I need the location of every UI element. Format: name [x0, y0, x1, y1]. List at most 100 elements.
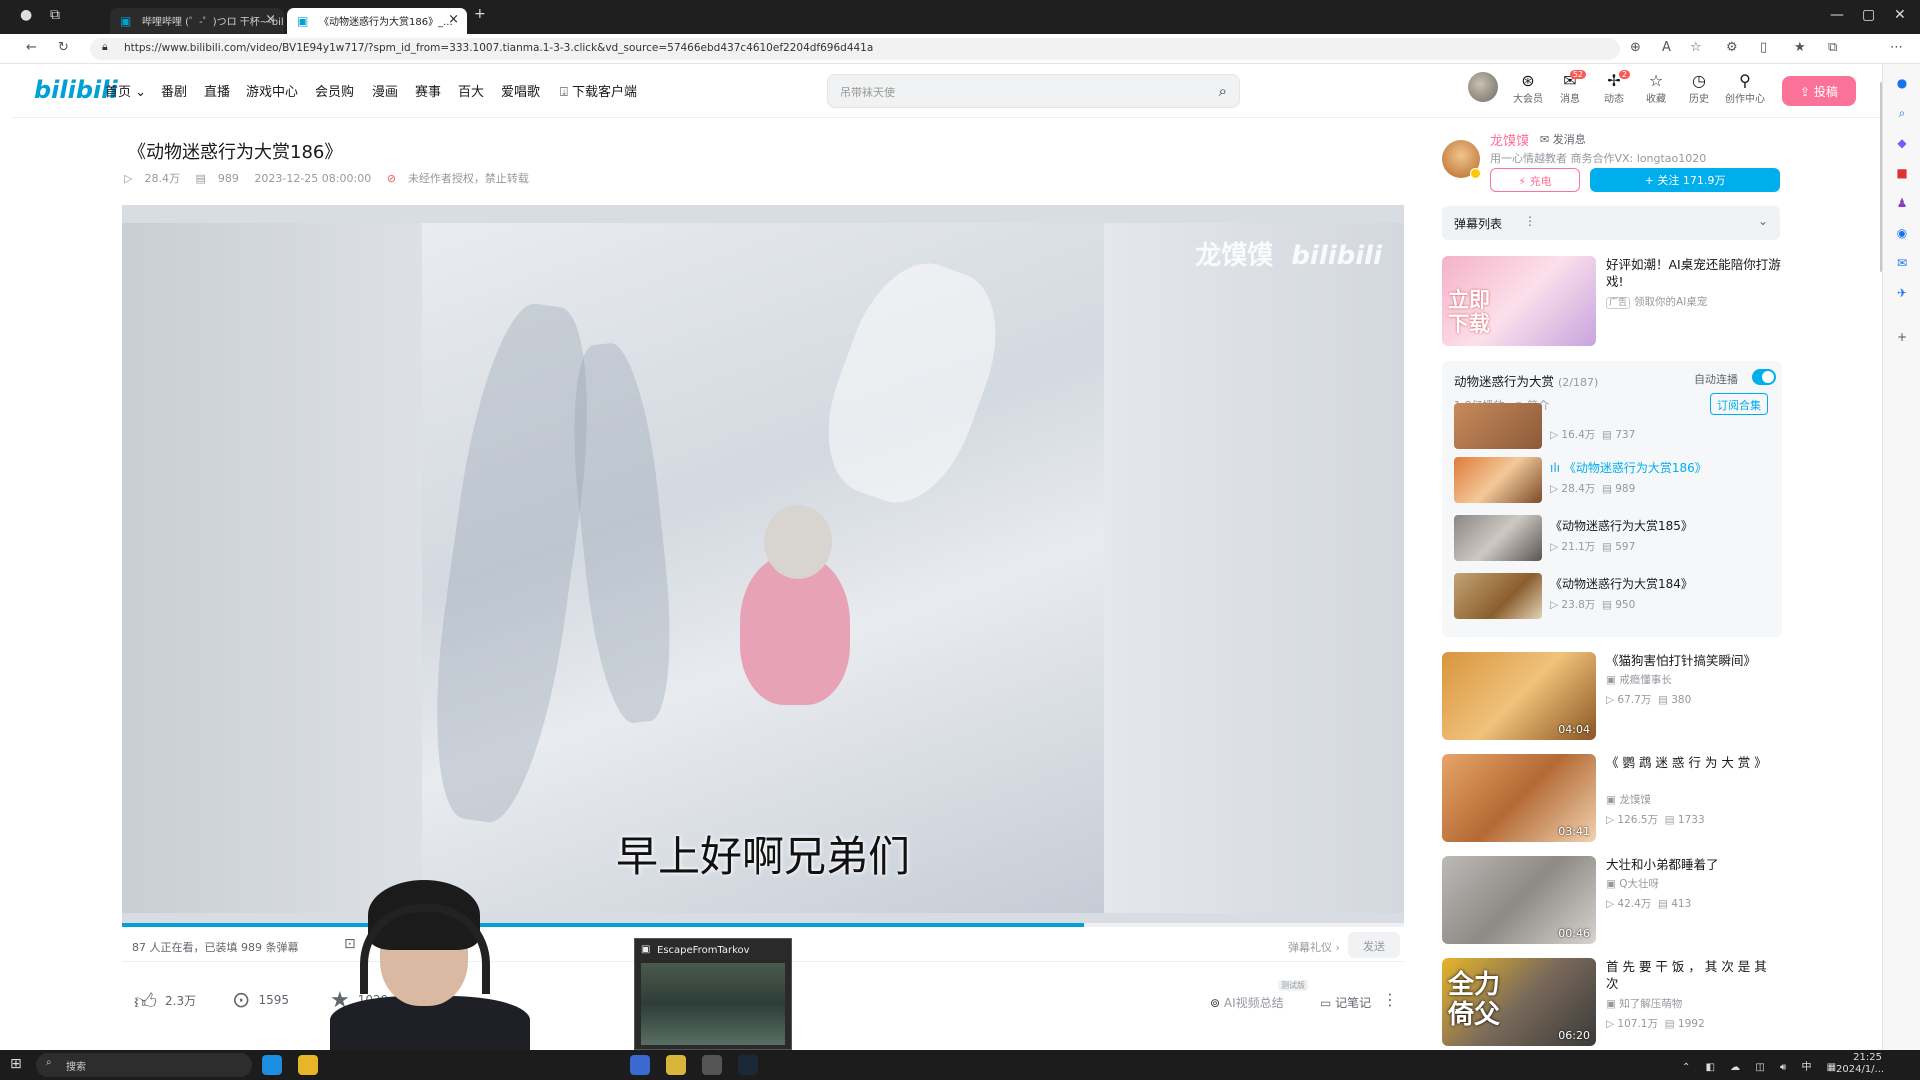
progress-bar[interactable] — [122, 923, 1404, 927]
kebab-icon[interactable]: ⋮ — [1524, 214, 1536, 228]
recommend-title[interactable]: 《猫狗害怕打针搞笑瞬间》 — [1606, 652, 1782, 669]
dynamics-link[interactable]: ✢ 动态 2 — [1594, 70, 1634, 105]
profile-icon[interactable]: ● — [20, 7, 32, 23]
uploader-name[interactable]: 龙馍馍 — [1490, 130, 1529, 149]
office-icon[interactable]: ◉ — [1893, 226, 1911, 244]
nav-sing[interactable]: 爱唱歌 — [501, 81, 540, 100]
split-screen-icon[interactable]: ▯ — [1760, 40, 1767, 55]
danmaku-list-toggle[interactable]: 弹幕列表 ⋮ ⌄ — [1442, 206, 1780, 240]
send-danmaku-button[interactable]: 发送 — [1348, 932, 1400, 958]
danmaku-etiquette-link[interactable]: 弹幕礼仪 › — [1288, 939, 1340, 955]
tarkov-app-icon[interactable] — [702, 1055, 722, 1075]
nav-game-center[interactable]: 游戏中心 — [246, 81, 298, 100]
app-icon[interactable] — [666, 1055, 686, 1075]
nav-live[interactable]: 直播 — [204, 81, 230, 100]
nav-manga[interactable]: 漫画 — [372, 81, 398, 100]
drop-icon[interactable]: ✈ — [1893, 286, 1911, 304]
like-button[interactable]: 👍︎ 2.3万 — [134, 988, 196, 1015]
favorite-star-icon[interactable]: ☆ — [1690, 40, 1702, 55]
maximize-icon[interactable]: ▢ — [1862, 7, 1875, 23]
mail-small-icon: ✉ — [1540, 133, 1550, 146]
recommend-item[interactable]: 03:41 《 鹦 鹉 迷 惑 行 为 大 赏 》 ▣ 龙馍馍 ▷ 126.5万… — [1442, 754, 1782, 844]
games-icon[interactable]: ♟ — [1893, 196, 1911, 214]
favorites-icon[interactable]: ★ — [1794, 40, 1806, 55]
nav-top100[interactable]: 百大 — [458, 81, 484, 100]
charge-button[interactable]: ⚡ 充电 — [1490, 168, 1580, 192]
video-player[interactable]: 龙馍馍 bilibili 早上好啊兄弟们 — [122, 205, 1404, 927]
file-explorer-icon[interactable] — [298, 1055, 318, 1075]
recommend-up[interactable]: ▣ 知了解压萌物 — [1606, 996, 1682, 1011]
search-sidebar-icon[interactable]: ⌕ — [1893, 106, 1911, 124]
recommend-title[interactable]: 《 鹦 鹉 迷 惑 行 为 大 赏 》 — [1606, 754, 1782, 771]
ad-title[interactable]: 好评如潮！AI桌宠还能陪你打游戏! — [1606, 256, 1782, 290]
search-icon[interactable]: ⌕ — [1219, 82, 1227, 100]
tab-close-icon[interactable]: × — [265, 12, 276, 27]
recommend-title[interactable]: 大壮和小弟都睡着了 — [1606, 856, 1782, 873]
recommend-title[interactable]: 首 先 要 干 饭 ， 其 次 是 其 次 — [1606, 958, 1782, 992]
minimize-icon[interactable]: — — [1830, 7, 1844, 23]
notification-icon[interactable]: ● — [1893, 76, 1911, 94]
app-icon[interactable] — [630, 1055, 650, 1075]
url-field[interactable]: 🔒︎ https://www.bilibili.com/video/BV1E94… — [90, 38, 1620, 60]
search-input[interactable]: 吊带袜天使 ⌕ — [827, 74, 1240, 108]
tab-close-icon[interactable]: × — [448, 12, 459, 27]
tab-bilibili-home[interactable]: ▣ 哔哩哔哩 (゜-゜)つロ 干杯~-bili... × — [110, 8, 284, 34]
menu-dots-icon[interactable]: ⋯ — [1890, 40, 1903, 55]
send-message-link[interactable]: ✉ 发消息 — [1540, 131, 1586, 147]
outlook-icon[interactable]: ✉ — [1893, 256, 1911, 274]
episode-item[interactable]: ▷ 16.4万 ▤ 737 — [1454, 403, 1774, 449]
vip-link[interactable]: ⊛ 大会员 — [1508, 72, 1548, 106]
history-link[interactable]: ◷ 历史 — [1679, 72, 1719, 106]
user-avatar[interactable] — [1468, 72, 1498, 102]
recommend-item[interactable]: 00:46 大壮和小弟都睡着了 ▣ Q大壮呀 ▷ 42.4万 ▤ 413 — [1442, 856, 1782, 946]
ad-card[interactable]: 立即下载 好评如潮！AI桌宠还能陪你打游戏! 广告 领取你的AI桌宠 — [1442, 256, 1782, 346]
steam-icon[interactable] — [738, 1055, 758, 1075]
follow-button[interactable]: + 关注 171.9万 — [1590, 168, 1780, 192]
coin-button[interactable]: ⊙ 1595 — [232, 988, 289, 1013]
new-tab-icon[interactable]: + — [474, 6, 486, 22]
subscribe-collection-button[interactable]: 订阅合集 — [1710, 393, 1768, 415]
more-options-icon[interactable]: ⋮ — [1382, 990, 1398, 1009]
nav-home[interactable]: 首页 ⌄ — [105, 81, 146, 100]
workspaces-icon[interactable]: ⧉ — [50, 7, 60, 23]
taskbar-preview-popup[interactable]: ▣ EscapeFromTarkov — [634, 938, 792, 1050]
messages-link[interactable]: ✉ 消息 52 — [1550, 70, 1590, 105]
taskbar-clock[interactable]: 21:25 2024/1/... — [1836, 1052, 1884, 1076]
recommend-item[interactable]: 04:04 《猫狗害怕打针搞笑瞬间》 ▣ 戒瘾懂事长 ▷ 67.7万 ▤ 380 — [1442, 652, 1782, 742]
edge-icon[interactable] — [262, 1055, 282, 1075]
recommend-up[interactable]: ▣ 戒瘾懂事长 — [1606, 672, 1672, 687]
nav-download-client[interactable]: ⍗ 下载客户端 — [560, 81, 637, 100]
download-icon: ⍗ — [560, 85, 568, 100]
collections-icon[interactable]: ⧉ — [1828, 40, 1837, 55]
tab-current-video[interactable]: ▣ 《动物迷惑行为大赏186》_... × — [287, 8, 467, 34]
windows-start-icon[interactable]: ⊞ — [10, 1056, 22, 1072]
zoom-icon[interactable]: ⊕ — [1630, 40, 1641, 55]
system-tray[interactable]: ⌃ ◧ ☁ ◫ 🔊︎ 中 ▦ — [1682, 1058, 1842, 1073]
tools-icon[interactable]: ◆ — [1893, 136, 1911, 154]
refresh-icon[interactable]: ↻ — [58, 40, 69, 55]
recommend-up[interactable]: ▣ 龙馍馍 — [1606, 792, 1651, 807]
nav-anime[interactable]: 番剧 — [161, 81, 187, 100]
episode-item[interactable]: 《动物迷惑行为大赏184》 ▷ 23.8万 ▤ 950 — [1454, 573, 1774, 619]
back-icon[interactable]: ← — [26, 40, 37, 55]
creator-center-link[interactable]: ⚲ 创作中心 — [1722, 72, 1768, 106]
taskbar-search[interactable]: ⌕ 搜索 — [36, 1053, 252, 1077]
autoplay-toggle[interactable] — [1752, 369, 1776, 385]
episode-item[interactable]: 《动物迷惑行为大赏185》 ▷ 21.1万 ▤ 597 — [1454, 515, 1774, 561]
chevron-down-icon[interactable]: ⌄ — [1758, 214, 1768, 228]
ai-summary-button[interactable]: ⊚ AI视频总结 — [1210, 994, 1284, 1011]
recommend-up[interactable]: ▣ Q大壮呀 — [1606, 876, 1659, 891]
close-window-icon[interactable]: ✕ — [1894, 7, 1906, 23]
nav-shop[interactable]: 会员购 — [315, 81, 354, 100]
notes-button[interactable]: ▭ 记笔记 — [1320, 994, 1371, 1011]
recommend-item[interactable]: 全力倚父 06:20 首 先 要 干 饭 ， 其 次 是 其 次 ▣ 知了解压萌… — [1442, 958, 1782, 1048]
favorites-link[interactable]: ☆ 收藏 — [1636, 72, 1676, 106]
extensions-icon[interactable]: ⚙ — [1726, 40, 1738, 55]
add-sidebar-icon[interactable]: + — [1893, 330, 1911, 348]
read-aloud-icon[interactable]: A — [1662, 40, 1671, 55]
upload-button[interactable]: ⇪ 投稿 — [1782, 76, 1856, 106]
collection-title[interactable]: 动物迷惑行为大赏 (2/187) — [1454, 371, 1598, 390]
shopping-icon[interactable]: ■ — [1893, 166, 1911, 184]
nav-esports[interactable]: 赛事 — [415, 81, 441, 100]
episode-item-current[interactable]: ılı 《动物迷惑行为大赏186》 ▷ 28.4万 ▤ 989 — [1454, 457, 1774, 503]
